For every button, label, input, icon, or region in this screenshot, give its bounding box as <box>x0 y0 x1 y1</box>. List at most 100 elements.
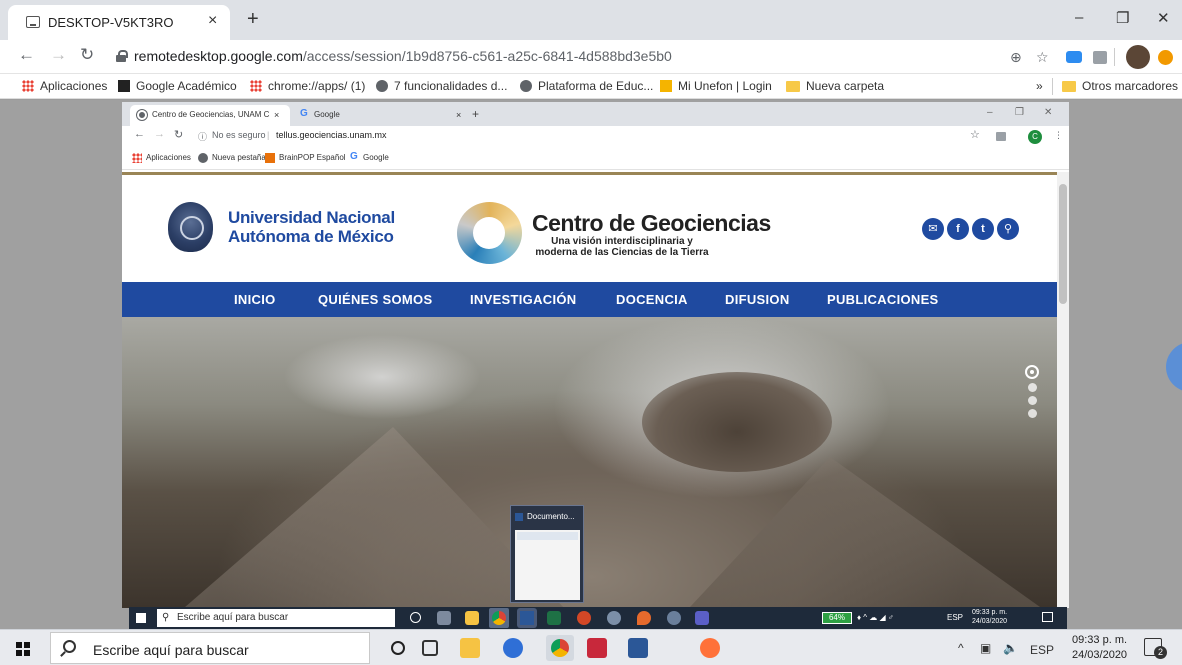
bookmark-aplicaciones[interactable]: Aplicaciones <box>22 79 107 93</box>
bookmark-plataforma[interactable]: Plataforma de Educ... <box>520 79 653 93</box>
minimize-button[interactable]: – <box>1075 9 1083 26</box>
remote-forward-icon[interactable]: → <box>154 128 165 140</box>
task-view-icon[interactable] <box>437 611 451 625</box>
volume-icon[interactable]: 🔈 <box>1003 641 1018 655</box>
bookmarks-overflow[interactable]: » <box>1036 79 1043 93</box>
chrome-taskbar-button[interactable] <box>546 635 574 661</box>
remote-reload-icon[interactable]: ↻ <box>174 128 183 141</box>
other-bookmarks[interactable]: Otros marcadores <box>1062 79 1178 93</box>
extension-icon[interactable] <box>1066 51 1082 63</box>
remote-page-scrollbar[interactable] <box>1057 172 1069 608</box>
firefox-icon[interactable] <box>700 638 720 658</box>
remote-address-bar[interactable]: ← → ↻ ⓘ No es seguro | tellus.geociencia… <box>122 126 1069 148</box>
back-icon[interactable]: ← <box>18 45 35 65</box>
file-explorer-icon[interactable] <box>465 611 479 625</box>
file-explorer-icon[interactable] <box>460 638 480 658</box>
cortana-icon[interactable] <box>410 612 421 623</box>
remote-desktop-app-icon[interactable] <box>503 638 523 658</box>
bookmark-chrome-apps[interactable]: chrome://apps/ (1) <box>250 79 365 93</box>
tab-close-button[interactable]: × <box>208 12 217 30</box>
taskbar-clock[interactable]: 09:33 p. m. 24/03/2020 <box>1072 633 1127 663</box>
chrome-taskbar-button[interactable] <box>489 608 509 628</box>
unam-seal-logo[interactable] <box>168 202 213 252</box>
unam-name[interactable]: Universidad Nacional Autónoma de México <box>228 208 395 246</box>
taskbar-window-preview[interactable]: Documento... <box>510 505 584 603</box>
scrollbar-thumb[interactable] <box>1059 184 1067 304</box>
word-icon[interactable] <box>628 638 648 658</box>
remote-tab-geociencias[interactable]: Centro de Geociencias, UNAM C × <box>130 105 290 126</box>
cortana-icon[interactable] <box>391 641 405 655</box>
twitter-icon[interactable]: t <box>972 218 994 240</box>
remote-bookmark-google[interactable]: Google <box>363 153 389 162</box>
remote-battery-indicator[interactable]: 64% <box>822 612 852 624</box>
bookmark-unefon[interactable]: Mi Unefon | Login <box>660 79 772 93</box>
remote-restore-button[interactable]: ❐ <box>1015 107 1024 118</box>
nav-docencia[interactable]: DOCENCIA <box>616 292 688 307</box>
nav-inicio[interactable]: INICIO <box>234 292 276 307</box>
nav-investigacion[interactable]: INVESTIGACIÓN <box>470 292 576 307</box>
remote-tab-close[interactable]: × <box>274 110 279 120</box>
extension-flag-icon[interactable] <box>1093 51 1107 64</box>
remote-minimize-button[interactable]: – <box>987 107 993 118</box>
taskbar-search-box[interactable]: Escribe aquí para buscar <box>50 632 370 664</box>
network-icon[interactable]: ▣ <box>980 641 991 655</box>
facebook-icon[interactable]: f <box>947 218 969 240</box>
remote-tab-close[interactable]: × <box>456 110 461 120</box>
remote-bookmark-brainpop[interactable]: BrainPOP Español <box>279 153 346 162</box>
tray-overflow-icon[interactable]: ^ <box>958 641 964 655</box>
bookmark-google-academico[interactable]: Google Académico <box>118 79 237 93</box>
info-icon[interactable]: ⓘ <box>198 130 207 143</box>
teams-icon[interactable] <box>695 611 709 625</box>
tab-remote-desktop[interactable]: DESKTOP-V5KT3RO × <box>8 5 230 40</box>
language-indicator[interactable]: ESP <box>1030 643 1054 657</box>
app-red-icon[interactable] <box>587 638 607 658</box>
remote-notification-icon[interactable] <box>1042 612 1053 622</box>
powerpoint-icon[interactable] <box>577 611 591 625</box>
forward-icon[interactable]: → <box>50 45 67 65</box>
remote-menu-icon[interactable]: ⋮ <box>1054 130 1063 141</box>
nav-difusion[interactable]: DIFUSION <box>725 292 790 307</box>
slider-dot-active[interactable] <box>1025 365 1039 379</box>
email-icon[interactable]: ✉ <box>922 218 944 240</box>
bookmark-funcionalidades[interactable]: 7 funcionalidades d... <box>376 79 507 93</box>
profile-avatar[interactable] <box>1126 45 1150 69</box>
word-taskbar-button[interactable] <box>517 608 537 628</box>
remote-bookmark-apps[interactable]: Aplicaciones <box>146 153 191 162</box>
restore-button[interactable]: ❐ <box>1116 9 1129 27</box>
bookmark-star-icon[interactable]: ☆ <box>1036 49 1049 66</box>
remote-star-icon[interactable]: ☆ <box>970 128 980 141</box>
remote-bookmark-new-tab[interactable]: Nueva pestaña <box>212 153 266 162</box>
remote-back-icon[interactable]: ← <box>134 128 145 140</box>
location-icon[interactable]: ⚲ <box>997 218 1019 240</box>
remote-cast-icon[interactable] <box>996 132 1006 141</box>
remote-close-button[interactable]: ✕ <box>1044 107 1052 118</box>
task-view-icon[interactable] <box>422 640 438 656</box>
snip-icon[interactable] <box>667 611 681 625</box>
remote-language[interactable]: ESP <box>947 613 963 622</box>
notification-center-icon[interactable]: 2 <box>1144 638 1167 659</box>
maps-icon[interactable] <box>637 611 651 625</box>
bookmark-nueva-carpeta[interactable]: Nueva carpeta <box>786 79 884 93</box>
start-icon[interactable] <box>16 642 30 656</box>
remote-profile-avatar[interactable]: C <box>1028 130 1042 144</box>
close-window-button[interactable]: ✕ <box>1157 9 1170 27</box>
address-bar[interactable]: remotedesktop.google.com/access/session/… <box>108 44 1008 70</box>
remote-clock[interactable]: 09:33 p. m. 24/03/2020 <box>972 608 1007 626</box>
remote-start-icon[interactable] <box>136 613 146 623</box>
nav-quienes-somos[interactable]: QUIÉNES SOMOS <box>318 292 432 307</box>
nav-publicaciones[interactable]: PUBLICACIONES <box>827 292 939 307</box>
geociencias-logo[interactable] <box>457 202 522 264</box>
new-tab-button[interactable]: + <box>247 8 259 31</box>
remote-tray-icons[interactable]: ♦ ^ ☁ ◢ ♂ <box>857 613 894 622</box>
excel-icon[interactable] <box>547 611 561 625</box>
slider-dot[interactable] <box>1028 409 1037 418</box>
reload-icon[interactable]: ↻ <box>80 45 94 65</box>
remote-url[interactable]: tellus.geociencias.unam.mx <box>276 130 387 140</box>
remote-new-tab[interactable]: + <box>472 107 479 121</box>
paint-icon[interactable] <box>607 611 621 625</box>
slider-dot[interactable] <box>1028 396 1037 405</box>
remote-tab-google[interactable]: G Google × <box>292 105 468 126</box>
sync-icon[interactable] <box>1158 50 1173 65</box>
slider-dot[interactable] <box>1028 383 1037 392</box>
remote-search-box[interactable]: ⚲ Escribe aquí para buscar <box>157 609 395 627</box>
